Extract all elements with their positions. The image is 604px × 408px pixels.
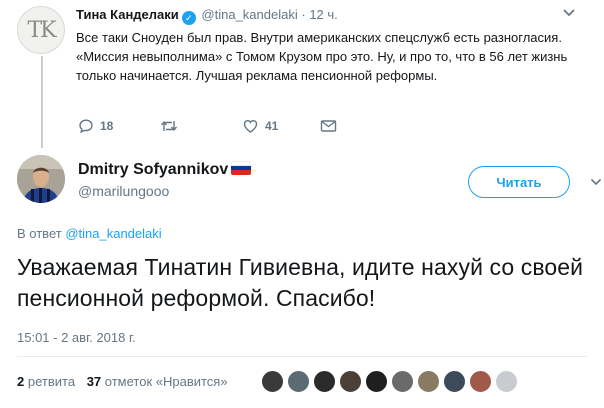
reply-prefix: В ответ [17, 226, 62, 241]
engagement-stats: 2 ретвита 37 отметок «Нравится» [17, 374, 228, 389]
liker-avatar[interactable] [391, 370, 414, 393]
author-name[interactable]: Dmitry Sofyannikov [78, 161, 252, 179]
liker-avatar[interactable] [261, 370, 284, 393]
avatar-photo [17, 155, 65, 203]
parent-avatar[interactable]: TK [17, 6, 65, 54]
follow-button[interactable]: Читать [468, 166, 570, 198]
header-separator: · [301, 7, 306, 22]
avatar-monogram: TK [27, 17, 56, 43]
author-avatar[interactable] [17, 155, 65, 203]
heart-icon [243, 120, 258, 133]
parent-tweet[interactable]: TK Тина Канделаки ✓ @tina_kandelaki · 12 … [0, 0, 604, 148]
message-icon [320, 120, 337, 132]
parent-author-handle[interactable]: @tina_kandelaki [201, 7, 297, 22]
parent-author-name[interactable]: Тина Канделаки [76, 7, 179, 22]
like-label: отметок «Нравится» [104, 374, 228, 389]
thread-connector-line [41, 56, 43, 148]
divider [17, 356, 587, 357]
like-button[interactable]: 41 [242, 118, 278, 134]
chevron-down-icon[interactable] [562, 8, 576, 18]
retweet-icon [160, 121, 178, 131]
liker-avatar[interactable] [443, 370, 466, 393]
reply-icon [79, 119, 93, 134]
direct-message-button[interactable] [320, 118, 337, 134]
liker-avatar[interactable] [339, 370, 362, 393]
likes-stat[interactable]: 37 отметок «Нравится» [87, 374, 228, 389]
reply-context: В ответ @tina_kandelaki [17, 226, 162, 241]
liker-avatar[interactable] [313, 370, 336, 393]
parent-tweet-time[interactable]: 12 ч. [309, 7, 337, 22]
russia-flag-icon [231, 161, 252, 175]
more-options-chevron-icon[interactable] [590, 178, 602, 186]
retweets-stat[interactable]: 2 ретвита [17, 374, 75, 389]
reply-button[interactable]: 18 [78, 118, 113, 134]
like-total: 37 [86, 374, 102, 389]
verified-badge-icon: ✓ [181, 11, 196, 25]
author-handle[interactable]: @marilungooo [78, 183, 169, 199]
parent-tweet-actions: 18 41 [76, 118, 356, 138]
retweet-button[interactable] [160, 118, 184, 134]
reply-to-link[interactable]: @tina_kandelaki [65, 226, 161, 241]
tweet-text: Уважаемая Тинатин Гивиевна, идите нахуй … [17, 254, 584, 311]
parent-tweet-text: Все таки Сноуден был прав. Внутри америк… [76, 30, 568, 83]
reply-count: 18 [100, 119, 114, 133]
like-count: 41 [265, 119, 279, 133]
retweet-total: 2 [17, 374, 25, 389]
liker-avatar[interactable] [365, 370, 388, 393]
tweet-timestamp[interactable]: 15:01 - 2 авг. 2018 г. [17, 330, 136, 345]
liker-avatar[interactable] [495, 370, 518, 393]
liker-avatar[interactable] [469, 370, 492, 393]
author-name-text: Dmitry Sofyannikov [78, 161, 229, 178]
parent-tweet-header: Тина Канделаки ✓ @tina_kandelaki · 12 ч. [76, 7, 338, 25]
liker-avatar[interactable] [417, 370, 440, 393]
retweet-label: ретвита [27, 374, 76, 389]
liker-avatar[interactable] [287, 370, 310, 393]
